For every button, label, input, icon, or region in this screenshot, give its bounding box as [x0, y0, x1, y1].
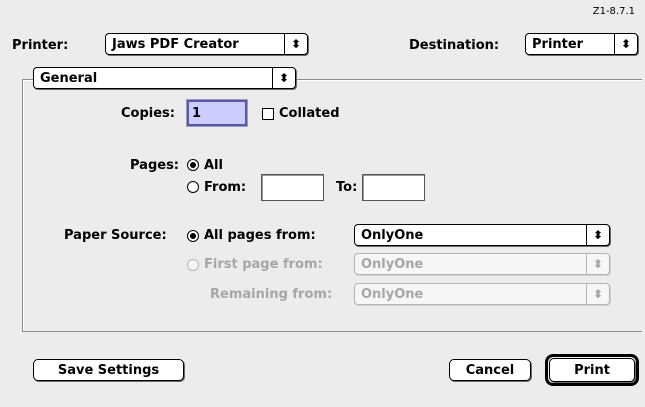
popup-arrows-icon: ⬍ [586, 284, 609, 304]
pages-to-label: To: [336, 180, 358, 195]
remaining-from-label: Remaining from: [210, 287, 333, 302]
copies-field[interactable]: 1 [187, 100, 247, 126]
pages-from-radio[interactable] [187, 181, 199, 193]
pages-to-field[interactable] [362, 174, 425, 201]
popup-arrows-icon: ⬍ [284, 34, 307, 54]
version-label: Z1-8.7.1 [592, 6, 635, 17]
panel-popup-value: General [40, 70, 98, 86]
popup-arrows-icon: ⬍ [586, 254, 609, 274]
all-pages-from-label: All pages from: [204, 228, 316, 243]
cancel-button[interactable]: Cancel [449, 359, 531, 381]
pages-from-label: From: [204, 180, 247, 195]
popup-arrows-icon: ⬍ [272, 68, 295, 88]
collated-label: Collated [279, 106, 340, 121]
printer-popup-value: Jaws PDF Creator [112, 36, 239, 52]
popup-arrows-icon: ⬍ [614, 34, 637, 54]
all-pages-source-value: OnlyOne [361, 227, 424, 243]
printer-label: Printer: [12, 38, 69, 53]
pages-label: Pages: [130, 158, 180, 173]
first-page-from-radio[interactable] [187, 259, 199, 271]
popup-arrows-icon: ⬍ [586, 225, 609, 245]
save-settings-button[interactable]: Save Settings [33, 359, 184, 381]
pages-all-label: All [204, 158, 223, 173]
paper-source-label: Paper Source: [64, 228, 167, 243]
pages-from-field[interactable] [261, 174, 324, 201]
all-pages-source-popup[interactable]: OnlyOne ⬍ [354, 224, 610, 246]
collated-checkbox[interactable] [262, 108, 274, 120]
destination-popup[interactable]: Printer ⬍ [525, 33, 638, 55]
first-page-source-popup[interactable]: OnlyOne ⬍ [354, 253, 610, 275]
remaining-source-value: OnlyOne [361, 286, 424, 302]
first-page-from-label: First page from: [204, 257, 323, 272]
destination-popup-value: Printer [532, 36, 584, 52]
first-page-source-value: OnlyOne [361, 256, 424, 272]
pages-all-radio[interactable] [187, 159, 199, 171]
all-pages-from-radio[interactable] [187, 230, 199, 242]
printer-popup[interactable]: Jaws PDF Creator ⬍ [105, 33, 308, 55]
remaining-source-popup[interactable]: OnlyOne ⬍ [354, 283, 610, 305]
copies-label: Copies: [121, 106, 175, 121]
destination-label: Destination: [409, 38, 500, 53]
panel-popup[interactable]: General ⬍ [33, 67, 296, 89]
print-button[interactable]: Print [549, 358, 635, 382]
